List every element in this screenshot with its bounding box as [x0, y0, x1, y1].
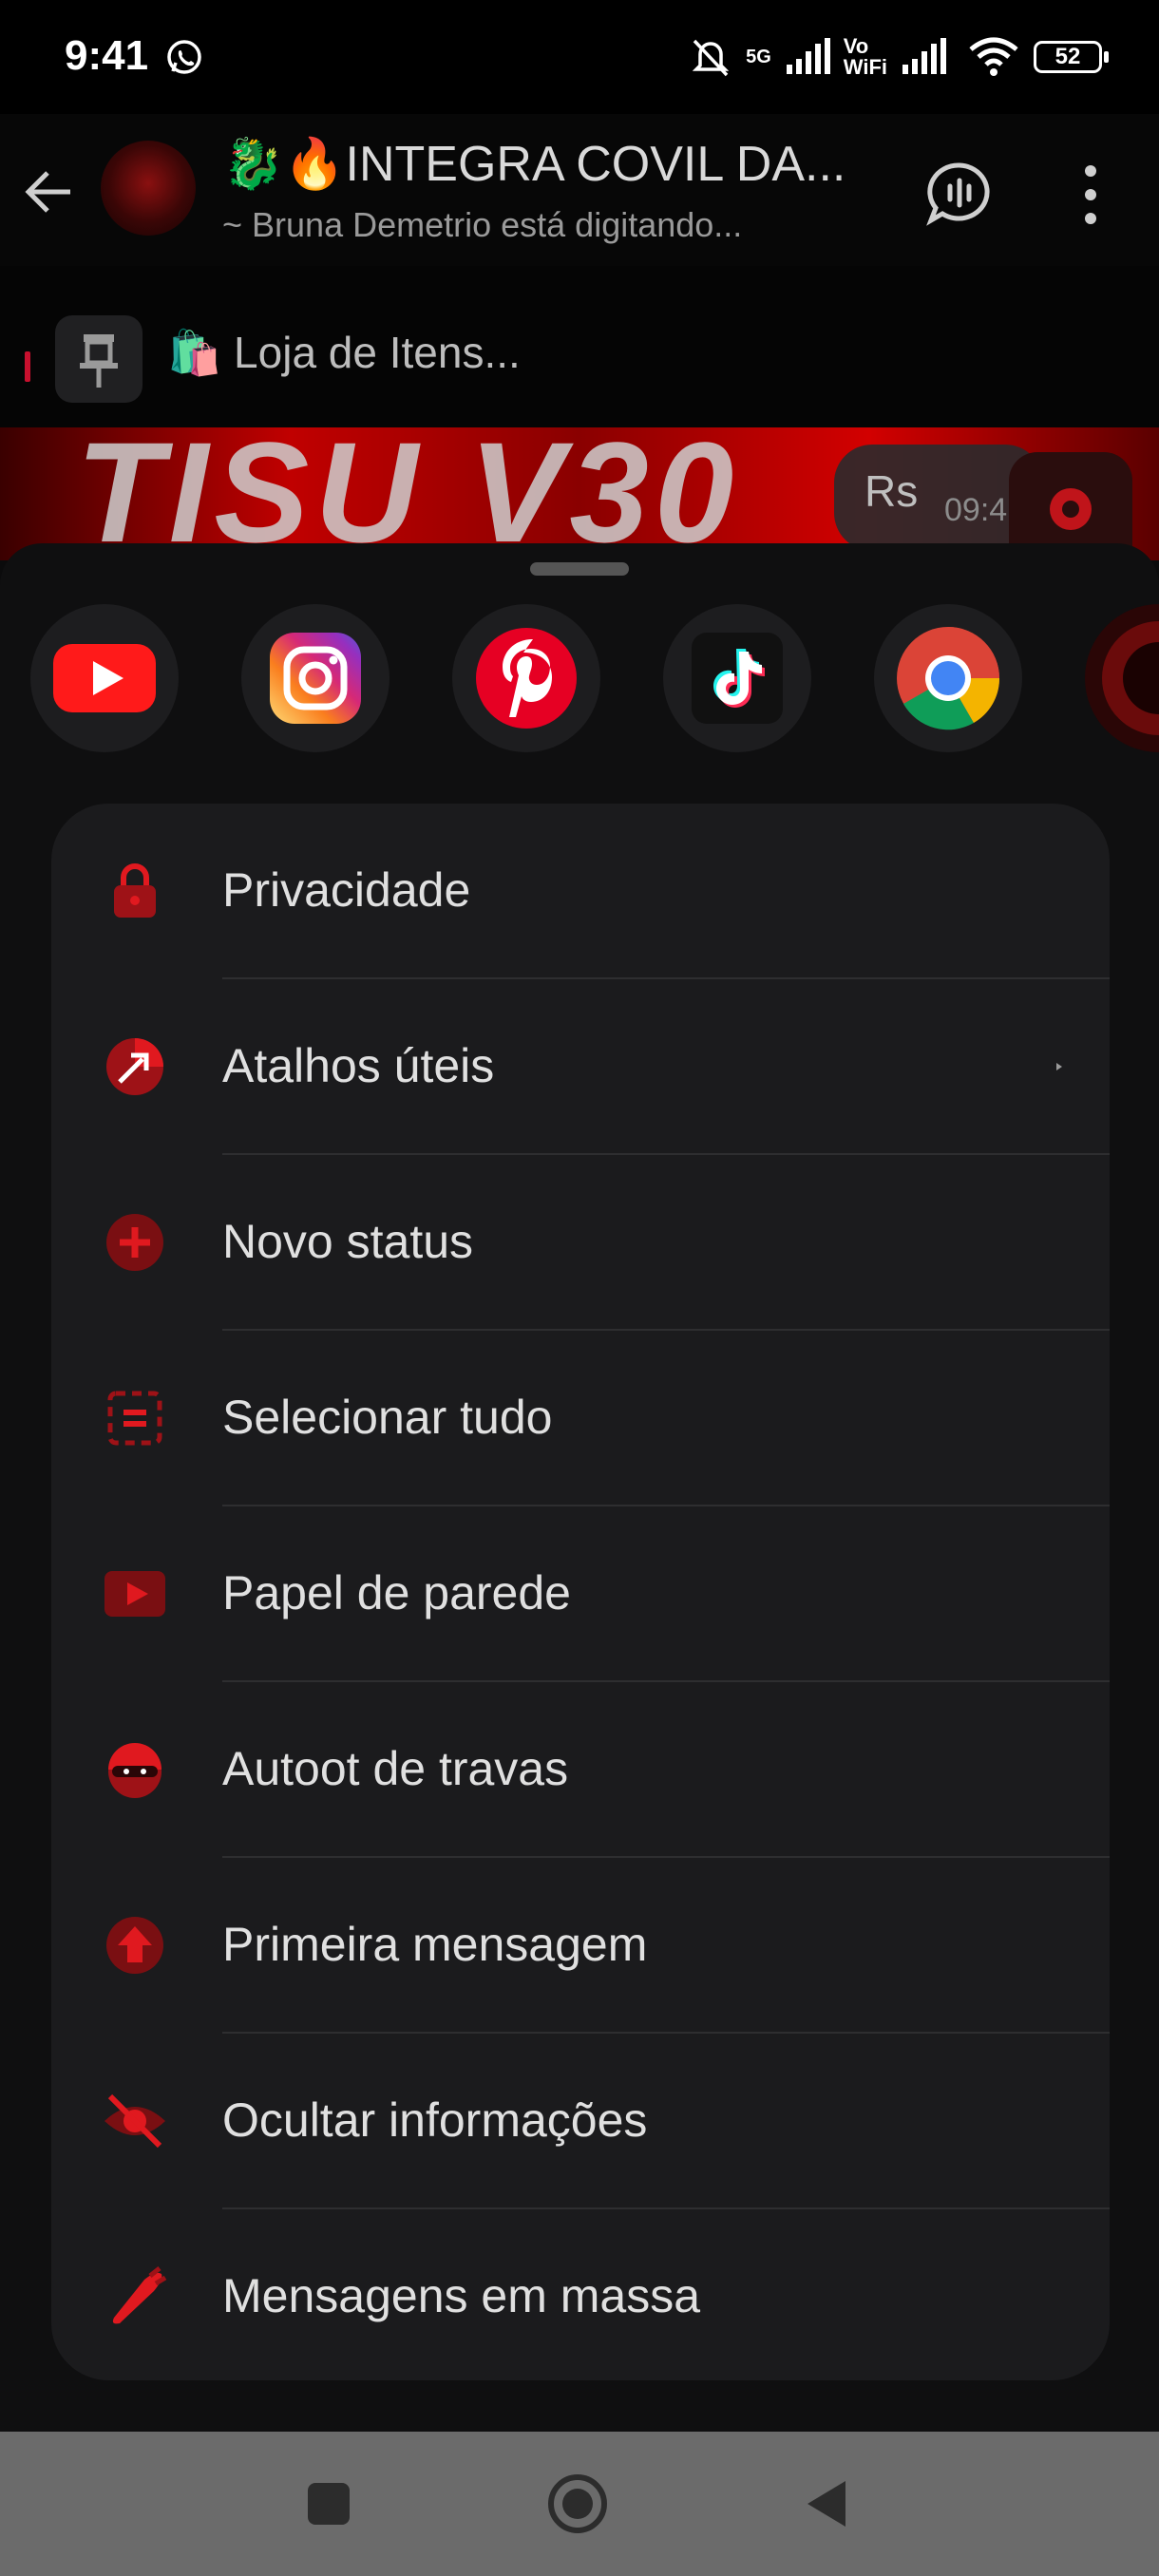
chat-header: 🐉🔥INTEGRA COVIL DA... ~ Bruna Demetrio e… [0, 114, 1159, 266]
chrome-icon [897, 627, 1000, 730]
vowifi-top: Vo [843, 34, 869, 58]
menu-item-selecionar-tudo[interactable]: Selecionar tudo [51, 1331, 1110, 1506]
shortcut-tiktok[interactable] [663, 604, 811, 752]
menu-item-autoot-de-travas[interactable]: Autoot de travas [51, 1682, 1110, 1858]
group-avatar[interactable] [101, 141, 196, 236]
message-text: Rs [864, 466, 919, 516]
rocket-icon [112, 2266, 167, 2324]
menu-item-mensagens-em-massa[interactable]: Mensagens em massa [51, 2209, 1110, 2380]
status-icons: 5G Vo WiFi 52 [689, 28, 1109, 85]
menu-item-papel-de-parede[interactable]: Papel de parede [51, 1506, 1110, 1682]
pin-icon-box [55, 315, 142, 403]
menu-label: Privacidade [222, 863, 471, 917]
status-time: 9:41 [65, 32, 149, 79]
vowifi-bottom: WiFi [843, 55, 887, 79]
pinned-message-text: 🛍️ Loja de Itens... [167, 328, 521, 377]
menu-label: Mensagens em massa [222, 2269, 701, 2322]
shortcut-icon [106, 1038, 163, 1095]
shortcut-instagram[interactable] [241, 604, 390, 752]
signal-2-icon [902, 38, 946, 74]
back-arrow-icon[interactable] [19, 161, 80, 222]
options-menu: Privacidade Atalhos úteis Novo status Se… [51, 804, 1110, 2380]
menu-item-ocultar-informacoes[interactable]: Ocultar informações [51, 2034, 1110, 2209]
recents-icon[interactable] [298, 2473, 359, 2534]
signal-icon [786, 38, 830, 74]
arrow-up-circle-icon [106, 1917, 163, 1974]
youtube-icon [53, 644, 156, 712]
group-title[interactable]: 🐉🔥INTEGRA COVIL DA... [222, 135, 878, 193]
battery-indicator: 52 [1034, 41, 1109, 73]
menu-label: Papel de parede [222, 1566, 571, 1619]
voice-chat-icon[interactable] [923, 158, 996, 230]
wifi-icon [969, 37, 1018, 76]
status-bar: 9:41 5G Vo WiFi 52 [0, 0, 1159, 114]
pinterest-icon [476, 628, 577, 729]
menu-item-novo-status[interactable]: Novo status [51, 1155, 1110, 1331]
shortcut-chrome[interactable] [874, 604, 1022, 752]
instagram-icon [270, 633, 361, 724]
menu-item-primeira-mensagem[interactable]: Primeira mensagem [51, 1858, 1110, 2034]
more-options-icon[interactable] [1072, 161, 1110, 228]
network-5g-label: 5G [746, 47, 771, 67]
menu-label: Atalhos úteis [222, 1039, 495, 1092]
message-time: 09:4 [944, 492, 1008, 528]
settings-gear-icon [1050, 488, 1092, 530]
plus-circle-icon [106, 1214, 163, 1271]
pin-icon [80, 334, 118, 388]
ninja-icon [108, 1743, 162, 1798]
shortcut-pinterest[interactable] [452, 604, 600, 752]
menu-label: Autoot de travas [222, 1742, 569, 1795]
menu-item-privacidade[interactable]: Privacidade [51, 804, 1110, 979]
chevron-right-icon [1056, 1063, 1062, 1070]
menu-label: Ocultar informações [222, 2093, 648, 2147]
vowifi-label: Vo WiFi [844, 36, 887, 78]
shortcut-youtube[interactable] [30, 604, 179, 752]
wallpaper-text: TISU V30 [76, 427, 740, 560]
menu-label: Primeira mensagem [222, 1918, 648, 1971]
lock-icon [114, 863, 156, 918]
sheet-drag-handle[interactable] [530, 562, 629, 576]
floating-action[interactable] [1009, 452, 1132, 557]
wallpaper-icon [104, 1571, 165, 1617]
pinned-message-bar[interactable]: 🛍️ Loja de Itens... [0, 266, 1159, 427]
mute-bell-icon [692, 39, 730, 77]
eye-off-icon [104, 2093, 165, 2149]
select-all-icon [107, 1391, 162, 1446]
whatsapp-icon [167, 40, 201, 74]
menu-item-atalhos[interactable]: Atalhos úteis [51, 979, 1110, 1155]
menu-label: Novo status [222, 1215, 474, 1268]
tiktok-icon [692, 633, 783, 724]
home-icon[interactable] [547, 2473, 608, 2534]
typing-status: ~ Bruna Demetrio está digitando... [222, 205, 743, 244]
back-nav-icon[interactable] [798, 2473, 859, 2534]
menu-label: Selecionar tudo [222, 1391, 553, 1444]
pinned-accent [25, 351, 30, 382]
system-nav-bar [0, 2432, 1159, 2576]
